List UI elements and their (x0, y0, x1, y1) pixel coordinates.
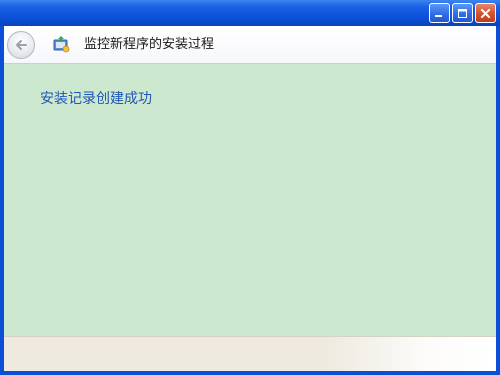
wizard-client-area: 监控新程序的安装过程 安装记录创建成功 (4, 26, 496, 371)
window-controls (429, 3, 496, 23)
back-arrow-icon (16, 40, 27, 50)
wizard-footer (4, 336, 496, 371)
close-icon (480, 8, 491, 18)
back-button[interactable] (7, 31, 35, 59)
minimize-button[interactable] (429, 3, 450, 23)
footer-gradient (326, 337, 496, 371)
title-bar[interactable] (0, 0, 500, 26)
wizard-header: 监控新程序的安装过程 (4, 26, 496, 64)
installer-icon (53, 36, 70, 53)
maximize-button[interactable] (452, 3, 473, 23)
close-button[interactable] (475, 3, 496, 23)
app-window: 监控新程序的安装过程 安装记录创建成功 (0, 0, 500, 375)
maximize-icon (458, 8, 467, 18)
status-message: 安装记录创建成功 (40, 91, 152, 107)
wizard-content: 安装记录创建成功 (4, 64, 496, 336)
minimize-icon (435, 14, 442, 17)
wizard-title: 监控新程序的安装过程 (84, 37, 215, 52)
